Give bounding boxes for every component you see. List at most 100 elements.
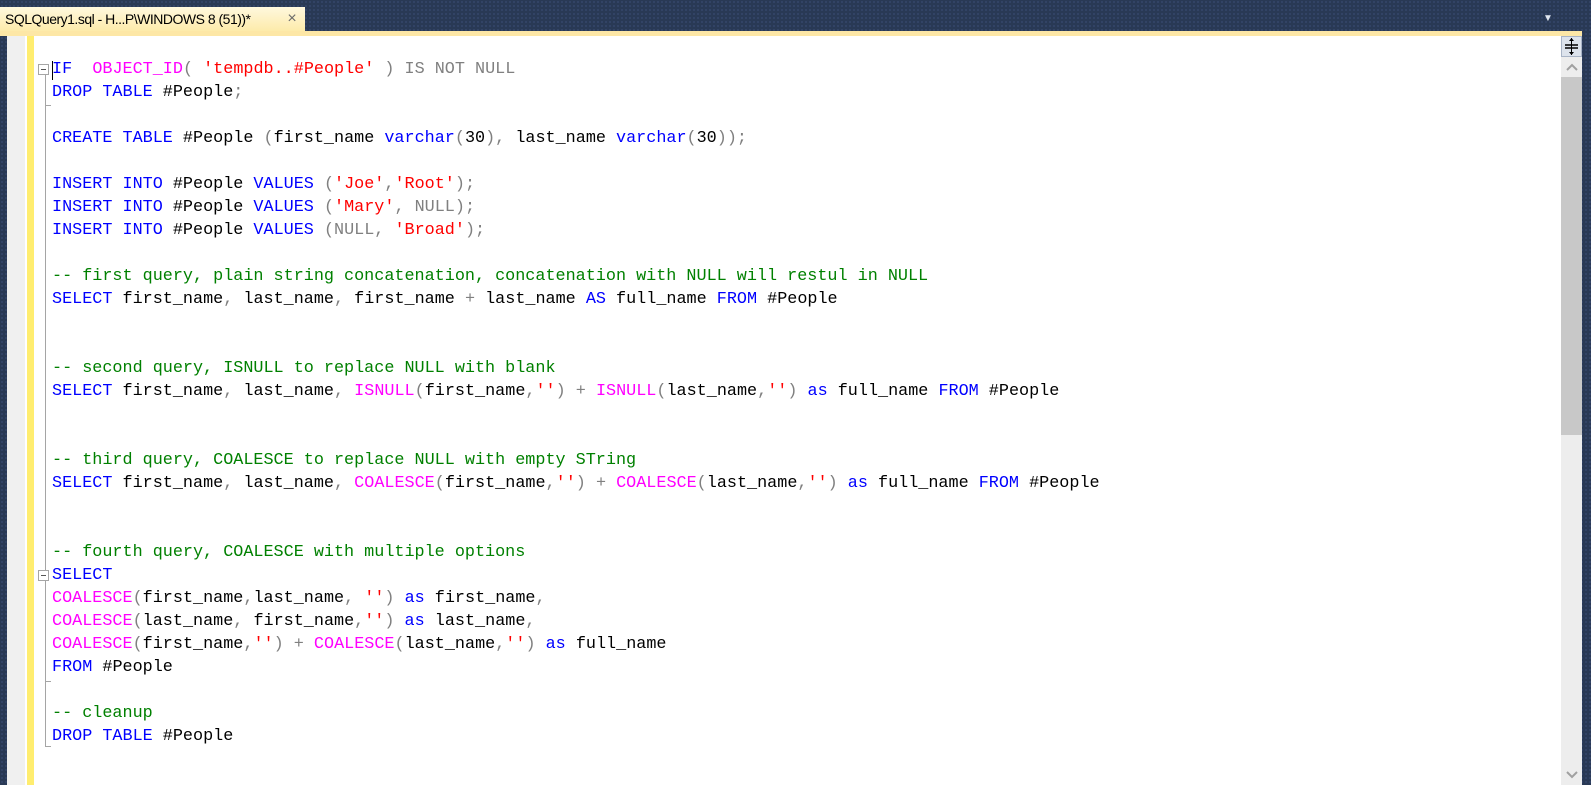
split-handle-icon[interactable] (1561, 36, 1582, 57)
code-text[interactable]: IF OBJECT_ID( 'tempdb..#People' ) IS NOT… (52, 58, 1100, 748)
code-line[interactable]: SELECT (52, 564, 1100, 587)
operator-token: , (334, 474, 345, 493)
fold-end-tick-3 (45, 746, 51, 747)
string-token: 'Root' (394, 175, 455, 194)
string-token: '' (364, 589, 385, 608)
scroll-up-arrow-icon[interactable] (1561, 57, 1582, 77)
collapse-icon-select-block[interactable] (38, 570, 49, 581)
text-caret (52, 61, 53, 80)
code-line[interactable] (52, 334, 1100, 357)
comment-token: -- second query, ISNULL to replace NULL … (52, 359, 556, 378)
identifier-token: #People (162, 221, 254, 240)
code-line[interactable] (52, 104, 1100, 127)
tab-sqlquery1[interactable]: SQLQuery1.sql - H...P\WINDOWS 8 (51))* × (0, 7, 305, 31)
code-line[interactable] (52, 426, 1100, 449)
code-line[interactable]: -- first query, plain string concatenati… (52, 265, 1100, 288)
operator-token: , (334, 290, 345, 309)
code-line[interactable]: DROP TABLE #People; (52, 81, 1100, 104)
identifier-token: last_name (233, 290, 335, 309)
operator-token: ( (656, 382, 667, 401)
code-line[interactable]: -- second query, ISNULL to replace NULL … (52, 357, 1100, 380)
keyword-token: VALUES (253, 221, 314, 240)
identifier-token (586, 474, 596, 493)
code-line[interactable]: IF OBJECT_ID( 'tempdb..#People' ) IS NOT… (52, 58, 1100, 81)
code-line[interactable] (52, 150, 1100, 173)
code-line[interactable]: SELECT first_name, last_name, ISNULL(fir… (52, 380, 1100, 403)
code-line[interactable]: -- cleanup (52, 702, 1100, 725)
operator-token: , (525, 612, 536, 631)
code-line[interactable]: DROP TABLE #People (52, 725, 1100, 748)
identifier-token: full_name (605, 290, 717, 309)
operator-token: , (233, 612, 244, 631)
vertical-scrollbar[interactable] (1561, 36, 1582, 785)
operator-token: , (545, 474, 556, 493)
code-line[interactable] (52, 403, 1100, 426)
operator-token: + (293, 635, 304, 654)
function-token: COALESCE (52, 589, 133, 608)
code-line[interactable]: INSERT INTO #People VALUES (NULL, 'Broad… (52, 219, 1100, 242)
keyword-token: as (404, 612, 425, 631)
string-token: '' (767, 382, 788, 401)
operator-token: ) (273, 635, 284, 654)
keyword-token: DROP TABLE (52, 83, 153, 102)
string-token: '' (807, 474, 828, 493)
string-token: 'Broad' (394, 221, 465, 240)
operator-token: , (525, 382, 536, 401)
code-line[interactable]: SELECT first_name, last_name, first_name… (52, 288, 1100, 311)
code-line[interactable] (52, 679, 1100, 702)
function-token: COALESCE (52, 612, 133, 631)
operator-token: (NULL, (323, 221, 395, 240)
code-line[interactable]: SELECT first_name, last_name, COALESCE(f… (52, 472, 1100, 495)
identifier-token: first_name (112, 474, 224, 493)
code-line[interactable] (52, 311, 1100, 334)
identifier-token (314, 221, 324, 240)
change-tracking-bar (27, 36, 34, 785)
function-token: OBJECT_ID (92, 60, 183, 79)
code-line[interactable]: COALESCE(first_name,last_name, '') as fi… (52, 587, 1100, 610)
identifier-token: #People (162, 175, 254, 194)
operator-token: + (464, 290, 476, 309)
fold-guide-1 (45, 74, 46, 108)
code-line[interactable]: COALESCE(last_name, first_name,'') as la… (52, 610, 1100, 633)
operator-token: ( (686, 129, 697, 148)
code-line[interactable] (52, 495, 1100, 518)
keyword-token: SELECT (52, 382, 113, 401)
operator-token: , NULL); (394, 198, 476, 217)
code-line[interactable] (52, 518, 1100, 541)
identifier-token: #People (92, 658, 173, 677)
code-line[interactable]: INSERT INTO #People VALUES ('Joe','Root'… (52, 173, 1100, 196)
identifier-token (72, 60, 92, 79)
operator-token: , (354, 612, 365, 631)
identifier-token: #People (172, 129, 264, 148)
scroll-down-arrow-icon[interactable] (1561, 765, 1582, 785)
function-token: COALESCE (616, 474, 697, 493)
scrollbar-thumb[interactable] (1561, 77, 1582, 435)
keyword-token: VALUES (253, 198, 314, 217)
code-line[interactable]: COALESCE(first_name,'') + COALESCE(last_… (52, 633, 1100, 656)
code-line[interactable]: CREATE TABLE #People (first_name varchar… (52, 127, 1100, 150)
identifier-token (536, 635, 546, 654)
keyword-token: as (807, 382, 828, 401)
code-line[interactable] (52, 242, 1100, 265)
string-token: '' (555, 474, 576, 493)
operator-token: ); (464, 221, 486, 240)
tab-overflow-dropdown-icon[interactable]: ▼ (1540, 14, 1556, 24)
keyword-token: AS (585, 290, 606, 309)
identifier-token (344, 382, 354, 401)
identifier-token: last_name (233, 474, 335, 493)
identifier-token: full_name (827, 382, 939, 401)
code-line[interactable]: -- third query, COALESCE to replace NULL… (52, 449, 1100, 472)
fold-guide-2 (45, 108, 46, 590)
identifier-token: last_name (404, 635, 496, 654)
query-editor[interactable]: IF OBJECT_ID( 'tempdb..#People' ) IS NOT… (7, 36, 1582, 785)
code-line[interactable]: FROM #People (52, 656, 1100, 679)
close-icon[interactable]: × (283, 10, 301, 28)
operator-token: ( (182, 60, 204, 79)
identifier-token (284, 635, 294, 654)
operator-token: , (797, 474, 808, 493)
identifier-token (304, 635, 314, 654)
selection-margin (7, 36, 25, 785)
code-line[interactable]: -- fourth query, COALESCE with multiple … (52, 541, 1100, 564)
collapse-icon-if-block[interactable] (38, 64, 49, 75)
code-line[interactable]: INSERT INTO #People VALUES ('Mary', NULL… (52, 196, 1100, 219)
